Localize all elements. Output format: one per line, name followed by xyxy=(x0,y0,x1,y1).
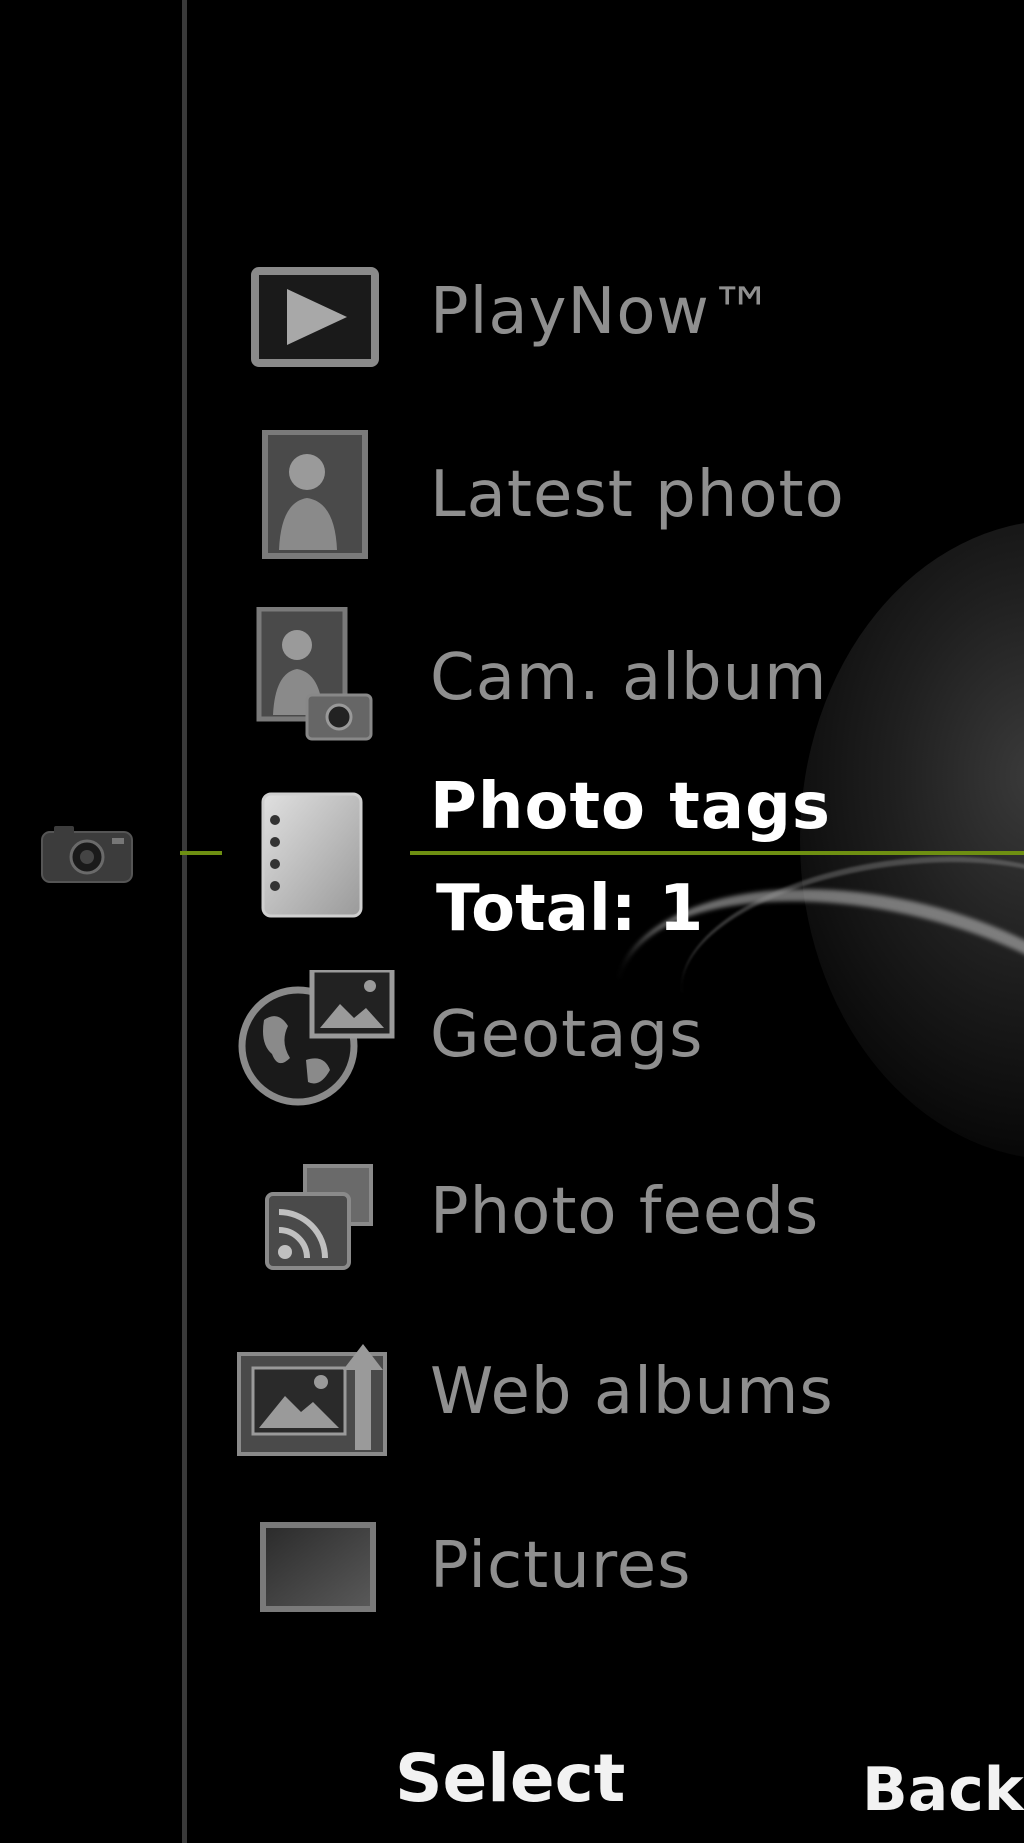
menu-item-latest-photo[interactable]: Latest photo xyxy=(0,429,1024,559)
menu-item-label: Web albums xyxy=(430,1355,834,1429)
camera-album-icon xyxy=(245,606,385,741)
menu-item-label: Pictures xyxy=(430,1529,692,1603)
menu-item-cam-album[interactable]: Cam. album xyxy=(0,605,1024,741)
menu-item-playnow[interactable]: PlayNow™ xyxy=(0,255,1024,375)
upload-album-icon xyxy=(235,1340,387,1460)
menu-item-label: PlayNow™ xyxy=(430,275,775,349)
menu-item-label: Photo feeds xyxy=(430,1175,820,1249)
select-softkey[interactable]: Select xyxy=(395,1740,625,1817)
menu-item-web-albums[interactable]: Web albums xyxy=(0,1335,1024,1456)
photo-tags-total: Total: 1 xyxy=(436,872,704,946)
play-icon xyxy=(245,263,385,383)
globe-photo-icon xyxy=(228,967,395,1106)
notebook-icon xyxy=(245,790,385,918)
screen: PlayNow™ Latest photo Cam. album Photo t… xyxy=(0,0,1024,1843)
menu-item-label: Cam. album xyxy=(430,641,828,715)
menu-item-photo-feeds[interactable]: Photo feeds xyxy=(0,1155,1024,1275)
menu-item-label: Geotags xyxy=(430,998,704,1072)
menu-item-label: Photo tags xyxy=(430,770,831,844)
menu-item-pictures[interactable]: Pictures xyxy=(0,1515,1024,1635)
picture-frame-icon xyxy=(245,1517,385,1637)
rss-feed-icon xyxy=(245,1160,385,1280)
menu-item-geotags[interactable]: Geotags xyxy=(0,967,1024,1106)
menu-item-label: Latest photo xyxy=(430,458,845,532)
portrait-icon xyxy=(245,429,385,559)
back-softkey[interactable]: Back xyxy=(862,1755,1024,1825)
